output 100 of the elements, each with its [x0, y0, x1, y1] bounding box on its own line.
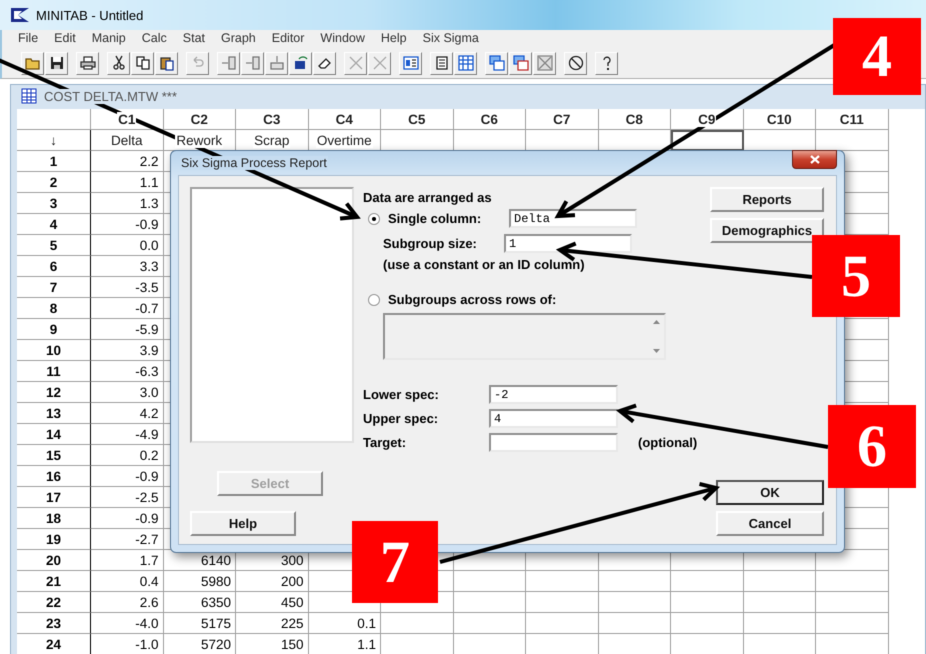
- row-number: 22: [17, 592, 91, 613]
- column-header[interactable]: C7: [526, 109, 598, 130]
- row-number: 7: [17, 277, 91, 298]
- ok-button[interactable]: OK: [716, 480, 824, 505]
- row-number: 5: [17, 235, 91, 256]
- toolbar-button[interactable]: [399, 52, 422, 74]
- menu-item[interactable]: Calc: [134, 31, 175, 45]
- table-cell: 225: [236, 613, 308, 634]
- table-cell: 6350: [164, 592, 236, 613]
- toolbar-button[interactable]: [76, 52, 99, 74]
- column-header[interactable]: C9: [671, 109, 744, 130]
- help-button[interactable]: Help: [190, 511, 296, 536]
- row-number: 1: [17, 151, 91, 172]
- cancel-button[interactable]: Cancel: [716, 511, 824, 536]
- app-logo-icon: [10, 7, 30, 23]
- column-header[interactable]: C6: [454, 109, 526, 130]
- toolbar-button[interactable]: [107, 52, 130, 74]
- clipboard-icon: [158, 55, 174, 71]
- cascade-windows-icon: [512, 55, 528, 71]
- column-header[interactable]: C8: [598, 109, 671, 130]
- table-cell: 1.7: [91, 550, 164, 571]
- section-label: Data are arranged as: [363, 190, 493, 205]
- menu-item[interactable]: Graph: [213, 31, 264, 45]
- optional-note: (optional): [638, 435, 698, 450]
- table-arrow-icon: [292, 55, 308, 71]
- table-cell: 150: [236, 634, 308, 654]
- menu-item[interactable]: File: [10, 31, 46, 45]
- scroll-up-icon: [653, 320, 660, 324]
- step-number-callout: 6: [828, 405, 916, 488]
- dialog-title: Six Sigma Process Report: [180, 156, 328, 170]
- crossed-window-icon: [536, 55, 552, 71]
- toolbar-button[interactable]: [485, 52, 508, 74]
- column-header[interactable]: C2: [164, 109, 236, 130]
- row-number: 3: [17, 193, 91, 214]
- toolbar-button[interactable]: [313, 52, 336, 74]
- column-field[interactable]: Delta: [509, 209, 637, 228]
- window-title: MINITAB - Untitled: [36, 8, 144, 22]
- table-cell: 5720: [164, 634, 236, 654]
- column-header[interactable]: C4: [308, 109, 381, 130]
- menu-item[interactable]: Six Sigma: [414, 31, 487, 45]
- toolbar-button[interactable]: [564, 52, 587, 74]
- menu-item[interactable]: Help: [372, 31, 415, 45]
- menu-item[interactable]: Edit: [46, 31, 84, 45]
- toolbar-button[interactable]: [131, 52, 154, 74]
- table-cell: -1.0: [91, 634, 164, 654]
- column-header[interactable]: C3: [236, 109, 308, 130]
- toolbar-button[interactable]: [454, 52, 477, 74]
- spec-field[interactable]: 4: [489, 409, 618, 428]
- table-cell: 5980: [164, 571, 236, 592]
- row-number: 13: [17, 403, 91, 424]
- row-number: 24: [17, 634, 91, 654]
- subgroups-field[interactable]: [383, 313, 666, 360]
- row-number: 20: [17, 550, 91, 571]
- worksheet-icon: [21, 88, 37, 104]
- table-cell: -2.7: [91, 529, 164, 550]
- row-number: 8: [17, 298, 91, 319]
- column-header[interactable]: C10: [744, 109, 816, 130]
- close-icon: [810, 154, 820, 164]
- row-number: 17: [17, 487, 91, 508]
- column-header[interactable]: C11: [816, 109, 888, 130]
- row-insert-icon: [220, 55, 236, 71]
- variable-list[interactable]: [190, 187, 354, 443]
- menu-item[interactable]: Editor: [264, 31, 312, 45]
- column-header[interactable]: C1: [91, 109, 164, 130]
- radio-button[interactable]: [368, 212, 380, 224]
- toolbar-button[interactable]: [155, 52, 178, 74]
- option-label: Single column:: [388, 211, 482, 226]
- toolbar-button[interactable]: [21, 52, 44, 74]
- row-number: 18: [17, 508, 91, 529]
- spec-field[interactable]: [489, 433, 618, 452]
- crossed-tools-icon: [372, 55, 388, 71]
- column-name-cell[interactable]: Delta: [91, 130, 164, 151]
- row-number: 4: [17, 214, 91, 235]
- row-insert-icon: [244, 55, 260, 71]
- table-cell: 0.2: [91, 445, 164, 466]
- table-cell: 3.0: [91, 382, 164, 403]
- row-number: 16: [17, 466, 91, 487]
- table-cell: -4.9: [91, 424, 164, 445]
- row-number: 19: [17, 529, 91, 550]
- toolbar-button[interactable]: [595, 52, 618, 74]
- toolbar-button[interactable]: [45, 52, 68, 74]
- spec-field[interactable]: -2: [489, 385, 618, 404]
- table-cell: -0.7: [91, 298, 164, 319]
- table-cell: 2.2: [91, 151, 164, 172]
- menu-item[interactable]: Manip: [84, 31, 134, 45]
- column-header[interactable]: C5: [381, 109, 454, 130]
- scroll-icon: [434, 55, 450, 71]
- subgroup-size-field[interactable]: 1: [504, 234, 632, 253]
- toolbar-button[interactable]: [509, 52, 532, 74]
- menu-item[interactable]: Window: [312, 31, 373, 45]
- dialog-button[interactable]: Reports: [710, 187, 824, 212]
- radio-button[interactable]: [368, 294, 380, 306]
- table-cell: -4.0: [91, 613, 164, 634]
- menu-item[interactable]: Stat: [174, 31, 214, 45]
- close-button[interactable]: [792, 150, 837, 168]
- table-cell: 3.3: [91, 256, 164, 277]
- toolbar-button[interactable]: [430, 52, 453, 74]
- column-insert-icon: [268, 55, 284, 71]
- dialog-button[interactable]: Demographics: [710, 218, 824, 243]
- toolbar-button[interactable]: [289, 52, 312, 74]
